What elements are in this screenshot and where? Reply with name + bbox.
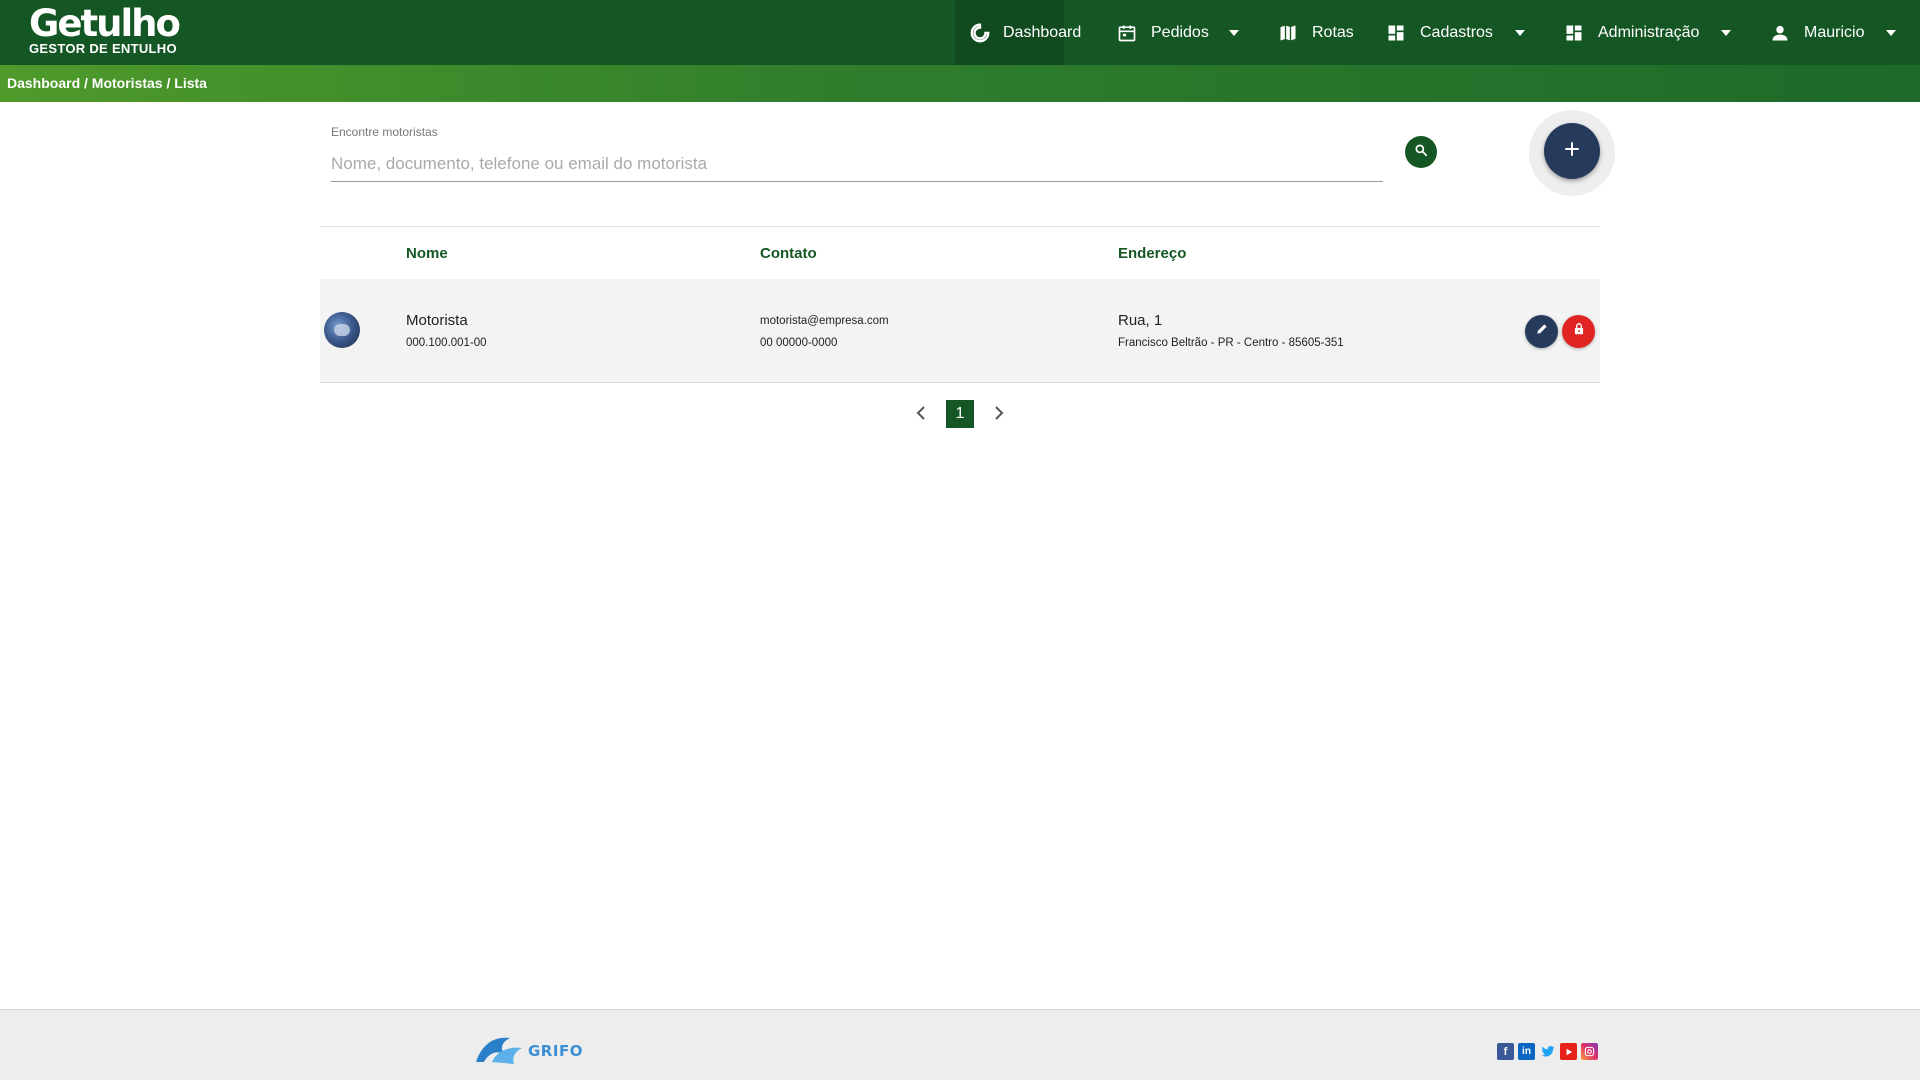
linkedin-icon[interactable]: in — [1518, 1043, 1535, 1060]
pagination-page-current[interactable]: 1 — [946, 400, 974, 428]
chevron-down-icon — [1721, 29, 1732, 36]
pagination-next-button[interactable] — [989, 403, 1009, 427]
nav-cadastros[interactable]: Cadastros — [1384, 0, 1525, 65]
logo-subtitle: GESTOR DE ENTULHO — [29, 41, 177, 56]
plus-icon — [1563, 140, 1581, 163]
grid-icon — [1384, 21, 1408, 45]
facebook-icon[interactable]: f — [1497, 1043, 1514, 1060]
nav-administracao[interactable]: Administração — [1562, 0, 1732, 65]
table-divider — [320, 226, 1600, 227]
logo-title: Getulho — [29, 2, 181, 45]
nav-administracao-label: Administração — [1598, 23, 1700, 41]
avatar — [324, 312, 360, 348]
map-icon — [1276, 21, 1300, 45]
nav-rotas-label: Rotas — [1312, 23, 1354, 41]
driver-street: Rua, 1 — [1118, 312, 1163, 329]
nav-pedidos-label: Pedidos — [1151, 23, 1209, 41]
app-logo[interactable]: Getulho GESTOR DE ENTULHO — [29, 2, 181, 56]
user-icon — [1768, 21, 1792, 45]
nav-dashboard-label: Dashboard — [1003, 23, 1082, 41]
chevron-down-icon — [1886, 29, 1897, 36]
breadcrumb-item-dashboard[interactable]: Dashboard — [7, 75, 80, 91]
lock-icon — [1572, 322, 1586, 341]
chevron-down-icon — [1514, 29, 1525, 36]
search-label: Encontre motoristas — [331, 125, 438, 139]
nav-user-menu[interactable]: Mauricio — [1768, 0, 1897, 65]
add-driver-button[interactable] — [1544, 123, 1600, 179]
column-header-endereco: Endereço — [1118, 245, 1187, 262]
driver-name: Motorista — [406, 312, 468, 329]
driver-email: motorista@empresa.com — [760, 315, 889, 327]
chevron-down-icon — [1228, 29, 1239, 36]
column-header-contato: Contato — [760, 245, 817, 262]
twitter-icon[interactable] — [1539, 1043, 1556, 1060]
breadcrumb: Dashboard / Motoristas / Lista — [7, 75, 207, 91]
breadcrumb-item-motoristas[interactable]: Motoristas — [92, 75, 163, 91]
search-input[interactable] — [331, 146, 1383, 182]
grifo-logo[interactable]: GRIFO — [474, 1033, 594, 1069]
calendar-icon — [1115, 21, 1139, 45]
block-button[interactable] — [1562, 315, 1595, 348]
nav-dashboard[interactable]: Dashboard — [955, 0, 1081, 65]
pagination-prev-button[interactable] — [911, 403, 931, 427]
footer — [0, 1009, 1920, 1080]
breadcrumb-separator: / — [162, 75, 175, 91]
youtube-icon[interactable] — [1560, 1043, 1577, 1060]
table-row[interactable]: Motorista 000.100.001-00 motorista@empre… — [320, 279, 1600, 383]
driver-document: 000.100.001-00 — [406, 337, 487, 349]
edit-button[interactable] — [1525, 315, 1558, 348]
dashboard-grid-icon — [1562, 21, 1586, 45]
instagram-icon[interactable] — [1581, 1043, 1598, 1060]
breadcrumb-item-lista: Lista — [174, 75, 207, 91]
nav-user-label: Mauricio — [1804, 23, 1865, 41]
breadcrumb-separator: / — [80, 75, 92, 91]
driver-city: Francisco Beltrão - PR - Centro - 85605-… — [1118, 337, 1344, 349]
breadcrumb-bar: Dashboard / Motoristas / Lista — [0, 65, 1920, 102]
chevron-right-icon — [993, 405, 1005, 426]
driver-phone: 00 00000-0000 — [760, 337, 838, 349]
social-links: f in — [1497, 1043, 1598, 1060]
search-icon — [1414, 143, 1428, 162]
grifo-mark-icon — [474, 1032, 524, 1071]
top-navbar: Getulho GESTOR DE ENTULHO Dashboard Pedi… — [0, 0, 1920, 65]
nav-pedidos[interactable]: Pedidos — [1115, 0, 1239, 65]
grifo-wordmark: GRIFO — [528, 1042, 583, 1060]
pencil-icon — [1535, 322, 1549, 341]
dashboard-icon — [969, 21, 991, 45]
nav-rotas[interactable]: Rotas — [1276, 0, 1354, 65]
column-header-nome: Nome — [406, 245, 448, 262]
search-button[interactable] — [1405, 136, 1437, 168]
chevron-left-icon — [915, 405, 927, 426]
nav-cadastros-label: Cadastros — [1420, 23, 1493, 41]
